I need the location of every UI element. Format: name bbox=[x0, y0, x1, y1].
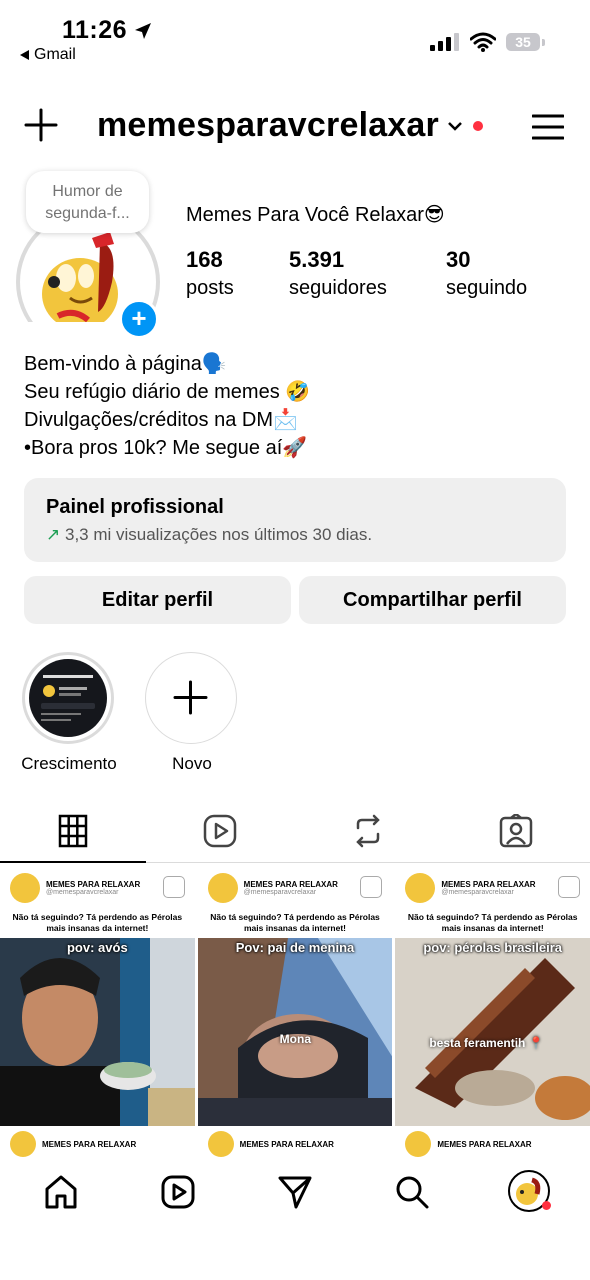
repost-icon bbox=[356, 814, 380, 848]
back-to-app-link[interactable]: Gmail bbox=[20, 46, 76, 64]
posts-grid-row-2: MEMES PARA RELAXAR MEMES PARA RELAXAR ME… bbox=[0, 1129, 590, 1159]
add-story-button[interactable]: + bbox=[119, 299, 159, 339]
highlight-cover-image bbox=[29, 659, 107, 737]
display-name: Memes Para Você Relaxar😎 bbox=[186, 204, 445, 226]
tagged-person-icon bbox=[499, 812, 533, 848]
share-profile-button[interactable]: Compartilhar perfil bbox=[299, 576, 566, 624]
home-icon bbox=[45, 1175, 77, 1209]
new-highlight-button[interactable] bbox=[145, 652, 237, 744]
notification-dot bbox=[472, 120, 483, 131]
nav-messages[interactable] bbox=[277, 1174, 313, 1215]
bottom-navigation bbox=[0, 1158, 590, 1280]
stat-posts[interactable]: 168 posts bbox=[186, 246, 234, 302]
reel-play-icon bbox=[558, 876, 581, 898]
nav-search[interactable] bbox=[394, 1174, 430, 1215]
post-thumbnail[interactable]: MEMES PARA RELAXAR @memesparavcrelaxar N… bbox=[197, 864, 393, 1126]
nav-profile[interactable] bbox=[508, 1170, 551, 1217]
plus-icon bbox=[173, 680, 208, 715]
bio-line: Divulgações/créditos na DM📩 bbox=[24, 409, 298, 431]
menu-button[interactable] bbox=[531, 114, 565, 145]
username: memesparavcrelaxar bbox=[97, 106, 439, 144]
trending-up-icon: ↗ bbox=[46, 525, 61, 544]
bio-line: Bem-vindo à página🗣️ bbox=[24, 353, 227, 375]
post-avatar-icon bbox=[10, 873, 40, 903]
status-indicators: 35 bbox=[430, 32, 545, 52]
stat-following[interactable]: 30 seguindo bbox=[446, 246, 527, 302]
battery-icon: 35 bbox=[506, 33, 545, 51]
bio-line: •Bora pros 10k? Me segue aí🚀 bbox=[24, 437, 308, 459]
post-thumbnail[interactable]: MEMES PARA RELAXAR bbox=[395, 1129, 590, 1159]
post-thumbnail[interactable]: MEMES PARA RELAXAR @memesparavcrelaxar N… bbox=[0, 864, 195, 1126]
panel-title: Painel profissional bbox=[46, 496, 224, 518]
reel-play-icon bbox=[162, 876, 185, 898]
tab-tagged[interactable] bbox=[499, 812, 533, 853]
notification-dot bbox=[542, 1201, 551, 1210]
wifi-icon bbox=[470, 32, 496, 52]
post-thumbnail[interactable]: MEMES PARA RELAXAR bbox=[197, 1129, 393, 1159]
bio-line: Seu refúgio diário de memes 🤣 bbox=[24, 381, 311, 403]
post-thumbnail[interactable]: MEMES PARA RELAXAR @memesparavcrelaxar N… bbox=[395, 864, 590, 1126]
tab-posts-grid[interactable] bbox=[58, 814, 88, 853]
highlight-crescimento[interactable] bbox=[22, 652, 114, 744]
post-avatar-icon bbox=[207, 873, 238, 903]
profile-note-bubble[interactable]: Humor de segunda-f... bbox=[26, 171, 149, 233]
professional-dashboard[interactable]: Painel profissional ↗ 3,3 mi visualizaçõ… bbox=[24, 478, 566, 562]
search-icon bbox=[396, 1176, 429, 1209]
status-time: 11:26 bbox=[62, 16, 153, 45]
chevron-down-icon bbox=[448, 121, 462, 131]
stat-followers[interactable]: 5.391 seguidores bbox=[289, 246, 387, 302]
tab-reels[interactable] bbox=[203, 814, 237, 853]
post-photo-boy bbox=[0, 938, 195, 1126]
post-photo-soda bbox=[395, 938, 590, 1126]
nav-home[interactable] bbox=[43, 1174, 79, 1215]
back-triangle-icon bbox=[20, 50, 29, 60]
profile-bio: Bem-vindo à página🗣️ Seu refúgio diário … bbox=[24, 350, 310, 462]
hamburger-menu-icon bbox=[531, 114, 565, 140]
post-avatar-icon bbox=[405, 873, 436, 903]
account-switcher[interactable]: memesparavcrelaxar bbox=[97, 106, 483, 145]
tab-reposts[interactable] bbox=[352, 814, 384, 853]
reel-play-icon bbox=[360, 876, 383, 898]
active-tab-indicator bbox=[0, 861, 146, 863]
plus-icon bbox=[24, 108, 58, 142]
edit-profile-button[interactable]: Editar perfil bbox=[24, 576, 291, 624]
reels-icon bbox=[203, 814, 237, 848]
post-avatar-icon bbox=[405, 1131, 432, 1157]
posts-grid: MEMES PARA RELAXAR @memesparavcrelaxar N… bbox=[0, 864, 590, 1126]
panel-subtitle: 3,3 mi visualizações nos últimos 30 dias… bbox=[64, 525, 373, 544]
grid-icon bbox=[58, 814, 88, 848]
location-arrow-icon bbox=[135, 22, 152, 39]
highlight-label: Novo bbox=[172, 754, 212, 773]
send-paper-plane-icon bbox=[278, 1176, 312, 1209]
signal-icon bbox=[430, 33, 459, 51]
post-avatar-icon bbox=[10, 1131, 36, 1157]
highlight-label: Crescimento bbox=[21, 754, 117, 773]
post-avatar-icon bbox=[207, 1131, 234, 1157]
post-thumbnail[interactable]: MEMES PARA RELAXAR bbox=[0, 1129, 195, 1159]
nav-reels[interactable] bbox=[160, 1174, 196, 1215]
create-button[interactable] bbox=[24, 108, 58, 147]
reels-icon bbox=[161, 1175, 195, 1209]
